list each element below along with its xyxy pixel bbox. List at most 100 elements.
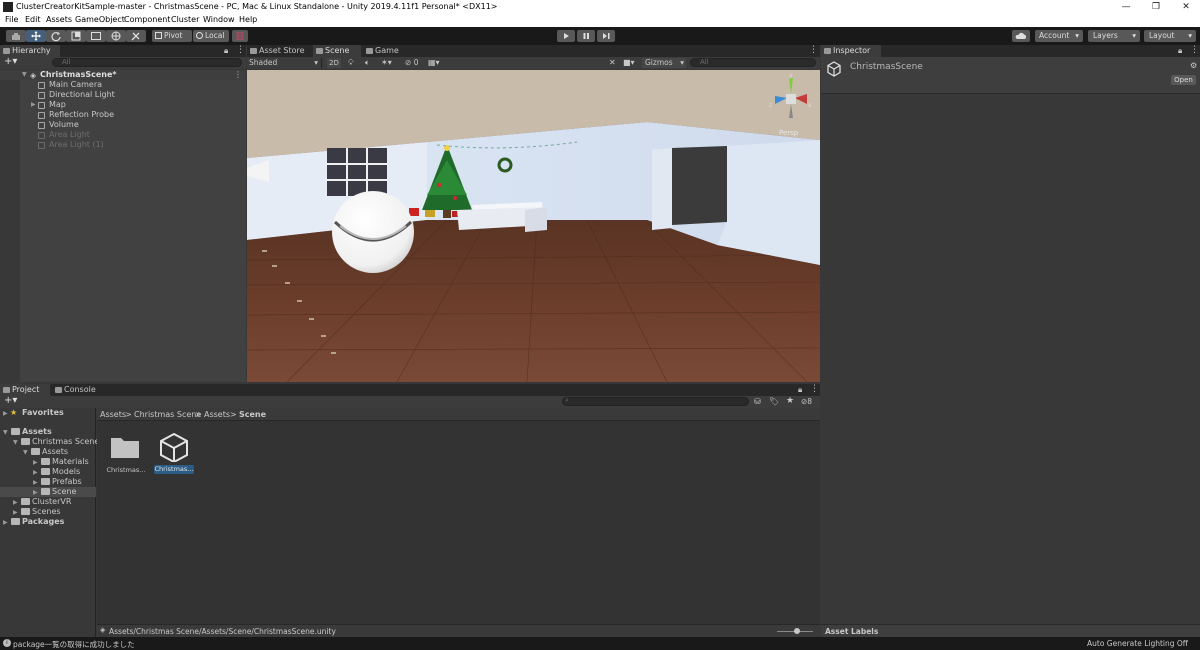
asset-tile-folder[interactable]: Christmas... bbox=[105, 432, 147, 476]
grid-snap-button[interactable] bbox=[232, 30, 248, 42]
breadcrumb-assets[interactable]: Assets bbox=[100, 410, 126, 419]
hidden-objects-toggle[interactable]: ⊘ 0 bbox=[405, 58, 418, 68]
menu-cluster[interactable]: Cluster bbox=[171, 15, 199, 24]
project-search-input[interactable]: ⌕ bbox=[562, 397, 749, 406]
hierarchy-item[interactable]: Area Light bbox=[0, 130, 246, 140]
layout-dropdown[interactable]: Layout ▾ bbox=[1144, 30, 1196, 42]
scene-tools-icon[interactable]: ✕ bbox=[609, 58, 616, 67]
layers-dropdown[interactable]: Layers ▾ bbox=[1088, 30, 1140, 42]
scale-tool-button[interactable] bbox=[66, 30, 86, 42]
pivot-toggle-button[interactable]: Pivot bbox=[152, 30, 192, 42]
rotate-tool-button[interactable] bbox=[46, 30, 66, 42]
project-folder-row[interactable]: ▶ Scenes bbox=[0, 507, 96, 517]
hierarchy-item[interactable]: Directional Light bbox=[0, 90, 246, 100]
minimize-button[interactable]: — bbox=[1118, 1, 1134, 13]
expand-arrow-icon[interactable]: ▼ bbox=[22, 70, 27, 80]
menu-file[interactable]: File bbox=[5, 15, 18, 24]
zoom-slider[interactable] bbox=[777, 628, 813, 634]
more-options-icon[interactable]: ⋮ bbox=[810, 384, 819, 394]
breadcrumb-christmas-scene[interactable]: Christmas Scene bbox=[134, 410, 201, 419]
breadcrumb-assets-2[interactable]: Assets bbox=[204, 410, 230, 419]
create-add-icon[interactable]: +▾ bbox=[4, 395, 17, 406]
local-toggle-button[interactable]: Local bbox=[193, 30, 229, 42]
menu-window[interactable]: Window bbox=[203, 15, 235, 24]
project-folder-row[interactable]: ▼ Assets bbox=[0, 447, 96, 457]
transform-tool-button[interactable] bbox=[106, 30, 126, 42]
menu-gameobject[interactable]: GameObject bbox=[75, 15, 125, 24]
hierarchy-item[interactable]: Reflection Probe bbox=[0, 110, 246, 120]
camera-settings-icon[interactable]: ■▾ bbox=[623, 58, 635, 67]
more-options-icon[interactable]: ⋮ bbox=[809, 45, 818, 55]
maximize-button[interactable]: ❐ bbox=[1148, 1, 1164, 13]
grid-toggle-icon[interactable]: ▦▾ bbox=[428, 58, 440, 67]
gizmos-dropdown[interactable]: Gizmos ▾ bbox=[642, 58, 686, 68]
scene-search-input[interactable]: All bbox=[690, 58, 816, 67]
custom-tool-button[interactable] bbox=[126, 30, 146, 42]
more-options-icon[interactable]: ⋮ bbox=[234, 70, 242, 80]
project-folder-row[interactable]: ▶ ClusterVR bbox=[0, 497, 96, 507]
project-folder-row[interactable]: ▶ Models bbox=[0, 467, 96, 477]
hand-tool-button[interactable] bbox=[6, 30, 26, 42]
collab-button[interactable] bbox=[1012, 30, 1030, 42]
tab-scene[interactable]: Scene bbox=[313, 45, 361, 57]
orientation-gizmo[interactable]: y x z Persp bbox=[767, 72, 817, 144]
project-folder-row[interactable]: ▼ Assets bbox=[0, 427, 96, 437]
expand-arrow-icon[interactable]: ▶ bbox=[3, 518, 8, 528]
create-add-icon[interactable]: +▾ bbox=[4, 56, 17, 67]
project-folder-row[interactable]: ▶ Packages bbox=[0, 517, 96, 527]
hierarchy-item[interactable]: Main Camera bbox=[0, 80, 246, 90]
shading-mode-dropdown[interactable]: Shaded ▾ bbox=[248, 58, 322, 68]
more-options-icon[interactable]: ⋮ bbox=[1190, 45, 1199, 55]
lock-icon[interactable]: 🔒︎ bbox=[224, 46, 228, 56]
scene-root-row[interactable]: ▼ ◈ ChristmasScene* ⋮ bbox=[0, 70, 246, 80]
hierarchy-search-input[interactable]: All bbox=[52, 58, 242, 67]
project-folder-row[interactable]: ▶ Scene bbox=[0, 487, 96, 497]
projection-label[interactable]: Persp bbox=[779, 129, 798, 137]
audio-toggle-icon[interactable]: 🔈︎ bbox=[365, 58, 370, 68]
tab-console[interactable]: Console bbox=[52, 384, 100, 396]
tab-asset-store[interactable]: Asset Store bbox=[247, 45, 311, 57]
toggle-2d-button[interactable]: 2D bbox=[327, 58, 341, 68]
menu-edit[interactable]: Edit bbox=[25, 15, 41, 24]
pause-button[interactable] bbox=[577, 30, 595, 42]
status-message[interactable]: package一覧の取得に成功しました bbox=[13, 639, 135, 650]
settings-gear-icon[interactable]: ⚙ bbox=[1190, 61, 1197, 70]
hidden-packages-toggle[interactable]: ⊘8 bbox=[801, 397, 812, 407]
expand-arrow-icon[interactable]: ▶ bbox=[3, 409, 8, 419]
filter-label-icon[interactable]: 🏷︎ bbox=[769, 397, 779, 406]
zoom-slider-thumb[interactable] bbox=[793, 628, 800, 634]
menu-component[interactable]: Component bbox=[124, 15, 170, 24]
scene-viewport[interactable]: y x z Persp bbox=[247, 70, 820, 382]
project-content: Assets > Christmas Scene > Assets > Scen… bbox=[97, 408, 820, 637]
tab-inspector[interactable]: Inspector bbox=[821, 45, 881, 57]
asset-tile-scene[interactable]: Christmas... bbox=[153, 432, 195, 476]
project-folder-row[interactable]: ▶ Materials bbox=[0, 457, 96, 467]
menu-assets[interactable]: Assets bbox=[46, 15, 72, 24]
lock-icon[interactable]: 🔒︎ bbox=[1178, 46, 1182, 56]
lighting-status[interactable]: Auto Generate Lighting Off bbox=[1087, 639, 1188, 648]
effects-dropdown-icon[interactable]: ✶▾ bbox=[381, 58, 392, 67]
scene-tab-bar: Asset Store Scene Game ⋮ bbox=[247, 45, 820, 57]
breadcrumb-scene[interactable]: Scene bbox=[239, 410, 266, 419]
hierarchy-item[interactable]: Volume bbox=[0, 120, 246, 130]
move-tool-button[interactable] bbox=[26, 30, 46, 42]
close-window-button[interactable]: ✕ bbox=[1178, 1, 1194, 13]
open-button[interactable]: Open bbox=[1171, 75, 1196, 85]
hierarchy-item[interactable]: ▶ Map bbox=[0, 100, 246, 110]
lighting-toggle-icon[interactable]: 💡︎ bbox=[348, 58, 354, 68]
favorite-star-icon[interactable]: ★ bbox=[786, 396, 794, 406]
account-dropdown[interactable]: Account ▾ bbox=[1035, 30, 1083, 42]
favorites-row[interactable]: ▶ ★ Favorites bbox=[0, 408, 96, 418]
menu-help[interactable]: Help bbox=[239, 15, 257, 24]
play-button[interactable] bbox=[557, 30, 575, 42]
expand-arrow-icon[interactable]: ▶ bbox=[31, 100, 36, 110]
hierarchy-item[interactable]: Area Light (1) bbox=[0, 140, 246, 150]
more-options-icon[interactable]: ⋮ bbox=[236, 45, 245, 55]
project-folder-row[interactable]: ▼ Christmas Scene bbox=[0, 437, 99, 447]
rect-tool-button[interactable] bbox=[86, 30, 106, 42]
tab-game[interactable]: Game bbox=[363, 45, 407, 57]
step-button[interactable] bbox=[597, 30, 615, 42]
lock-icon[interactable]: 🔒︎ bbox=[798, 385, 802, 395]
project-folder-row[interactable]: ▶ Prefabs bbox=[0, 477, 96, 487]
filter-type-icon[interactable]: ⛁ bbox=[754, 397, 761, 406]
